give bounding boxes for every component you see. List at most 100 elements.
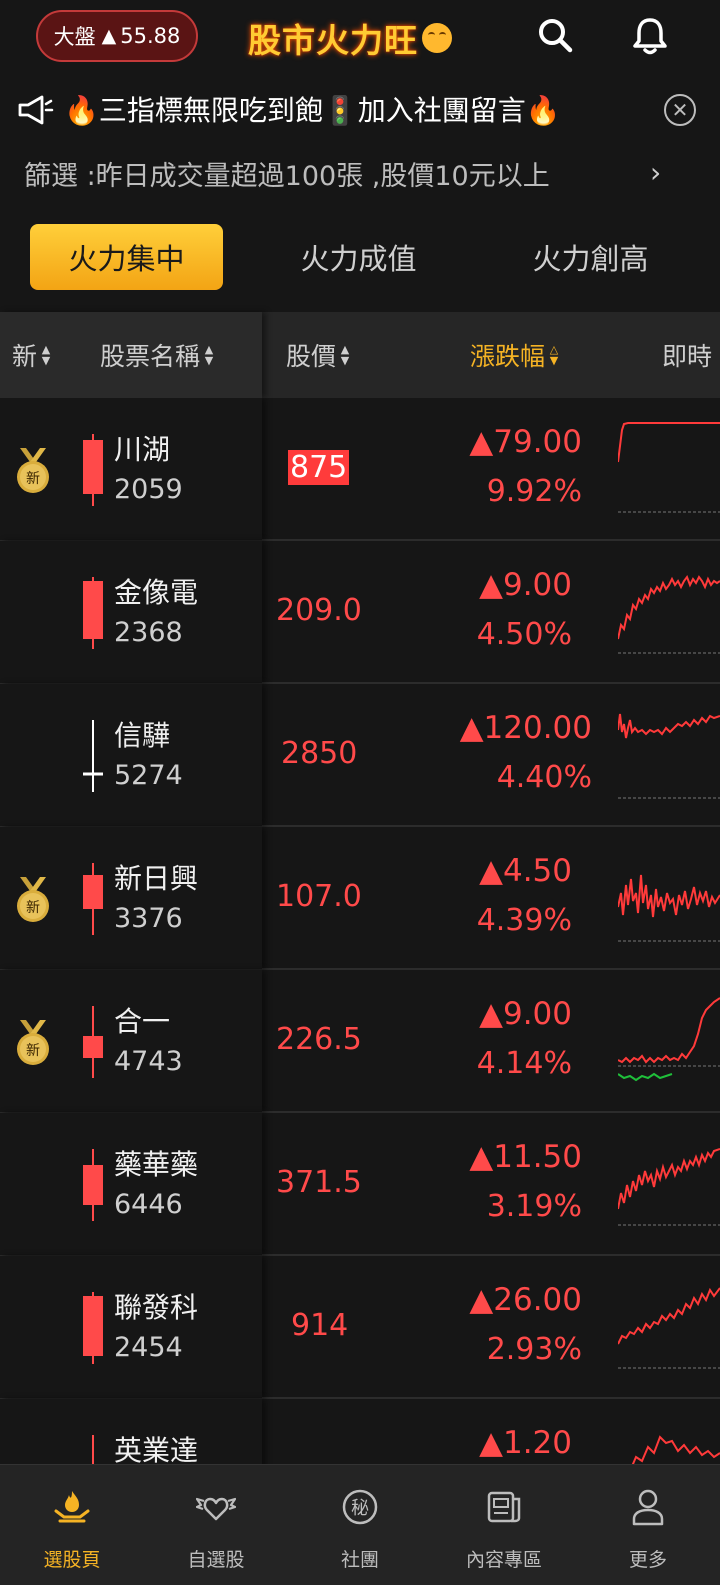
- stock-price: 226.5: [276, 1022, 362, 1057]
- price-change: ▲4.50: [479, 853, 572, 889]
- stock-code: 3376: [114, 903, 183, 934]
- nav-label: 內容專區: [465, 1549, 542, 1571]
- newspaper-icon: [487, 1491, 521, 1523]
- table-row[interactable]: 英業達 ▲1.20: [0, 1399, 720, 1464]
- percent-change: 4.39%: [476, 903, 572, 938]
- nav-watchlist[interactable]: 自選股: [144, 1465, 288, 1585]
- secret-badge-icon: 秘: [342, 1489, 378, 1525]
- app-logo: 股市火力旺: [248, 14, 452, 62]
- stock-name: 藥華藥: [114, 1148, 199, 1181]
- close-icon[interactable]: ✕: [664, 94, 696, 126]
- sort-icon: ▲ ▼: [204, 343, 214, 367]
- nav-community[interactable]: 秘 社團: [288, 1465, 432, 1585]
- stock-name: 金像電: [114, 576, 199, 609]
- sort-icon: ▲ ▼: [41, 343, 51, 367]
- stock-name: 合一: [114, 1005, 171, 1038]
- percent-change: 9.92%: [486, 474, 582, 509]
- price-change: ▲79.00: [469, 424, 582, 460]
- stock-list: 新 川湖 2059 875 ▲79.00 9.92% 金像電 2368 209.…: [0, 398, 720, 1464]
- price-change: ▲1.20: [479, 1425, 572, 1461]
- app-header: 大盤 ▲ 55.88 股市火力旺: [0, 0, 720, 78]
- svg-text:新: 新: [26, 1043, 40, 1059]
- column-header-price[interactable]: 股價 ▲ ▼: [286, 312, 351, 398]
- column-header-realtime[interactable]: 即時: [662, 312, 712, 398]
- nav-label: 自選股: [187, 1549, 245, 1571]
- table-row[interactable]: 聯發科 2454 914 ▲26.00 2.93%: [0, 1256, 720, 1399]
- stock-price: 107.0: [276, 879, 362, 914]
- table-row[interactable]: 信驊 5274 2850 ▲120.00 4.40%: [0, 684, 720, 827]
- stock-price: 209.0: [276, 593, 362, 628]
- intraday-sparkline: [618, 574, 720, 654]
- stock-price: 914: [291, 1308, 349, 1343]
- tab-firepower-concentration[interactable]: 火力集中: [30, 224, 223, 290]
- price-change: ▲9.00: [479, 567, 572, 603]
- search-button[interactable]: [534, 14, 578, 58]
- table-row[interactable]: 新 合一 4743 226.5 ▲9.00 4.14%: [0, 970, 720, 1113]
- filter-row[interactable]: 篩選 :昨日成交量超過100張 ,股價10元以上 ›: [0, 146, 720, 200]
- percent-change: 4.40%: [496, 760, 592, 795]
- intraday-sparkline: [618, 1148, 720, 1226]
- percent-change: 2.93%: [486, 1332, 582, 1367]
- search-icon: [539, 19, 573, 53]
- table-header: 新 ▲ ▼ 股票名稱 ▲ ▼ 股價 ▲ ▼ 漲跌幅 △ ▼ 即時: [0, 312, 720, 398]
- smile-face-icon: [422, 23, 452, 53]
- stock-price: 875: [288, 450, 350, 485]
- tab-firepower-turnover[interactable]: 火力成值: [262, 224, 455, 290]
- intraday-sparkline: [618, 713, 720, 799]
- price-change: ▲26.00: [469, 1282, 582, 1318]
- candlestick-icon: [83, 577, 103, 649]
- nav-stock-picker[interactable]: 選股頁: [0, 1465, 144, 1585]
- candlestick-icon: [83, 1006, 103, 1078]
- stock-code: 2454: [114, 1332, 183, 1363]
- svg-text:秘: 秘: [351, 1498, 369, 1519]
- flame-hand-icon: [54, 1491, 90, 1523]
- person-icon: [632, 1489, 664, 1526]
- sort-desc-icon: △ ▼: [549, 343, 559, 367]
- announcement-bar[interactable]: 🔥三指標無限吃到飽🚦加入社團留言🔥 ✕: [0, 80, 720, 142]
- intraday-sparkline: [618, 1287, 720, 1369]
- column-header-name[interactable]: 股票名稱 ▲ ▼: [100, 312, 215, 398]
- announcement-text: 🔥三指標無限吃到飽🚦加入社團留言🔥: [64, 94, 561, 127]
- stock-code: 2368: [114, 617, 183, 648]
- table-row[interactable]: 新 川湖 2059 875 ▲79.00 9.92%: [0, 398, 720, 541]
- column-header-change[interactable]: 漲跌幅 △ ▼: [470, 312, 560, 398]
- index-value: 55.88: [120, 24, 181, 48]
- bell-icon: [633, 18, 667, 55]
- stock-name: 新日興: [114, 862, 199, 895]
- candlestick-icon: [83, 1292, 103, 1364]
- nav-content[interactable]: 內容專區: [432, 1465, 576, 1585]
- table-row[interactable]: 藥華藥 6446 371.5 ▲11.50 3.19%: [0, 1113, 720, 1256]
- stock-price: 2850: [281, 736, 358, 771]
- percent-change: 3.19%: [486, 1189, 582, 1224]
- svg-text:新: 新: [26, 900, 40, 916]
- stock-code: 4743: [114, 1046, 183, 1077]
- new-medal-icon: 新: [17, 1020, 49, 1065]
- table-row[interactable]: 金像電 2368 209.0 ▲9.00 4.50%: [0, 541, 720, 684]
- stock-name: 信驊: [114, 719, 171, 752]
- stock-name: 英業達: [114, 1434, 199, 1464]
- intraday-sparkline: [618, 874, 720, 942]
- column-header-new[interactable]: 新 ▲ ▼: [12, 312, 52, 398]
- price-change: ▲11.50: [469, 1139, 582, 1175]
- filter-description: 篩選 :昨日成交量超過100張 ,股價10元以上: [24, 161, 550, 192]
- intraday-sparkline: [618, 422, 720, 513]
- market-index-pill[interactable]: 大盤 ▲ 55.88: [36, 10, 198, 62]
- notification-button[interactable]: [628, 14, 672, 58]
- nav-more[interactable]: 更多: [576, 1465, 720, 1585]
- stock-name: 聯發科: [114, 1291, 199, 1324]
- price-change: ▲9.00: [479, 996, 572, 1032]
- intraday-sparkline: [631, 1435, 720, 1464]
- new-medal-icon: 新: [17, 877, 49, 922]
- candlestick-icon: [83, 434, 103, 506]
- table-row[interactable]: 新 新日興 3376 107.0 ▲4.50 4.39%: [0, 827, 720, 970]
- tab-firepower-new-high[interactable]: 火力創高: [494, 224, 687, 290]
- svg-text:新: 新: [26, 471, 40, 487]
- candlestick-icon: [92, 1435, 94, 1464]
- intraday-sparkline: [618, 997, 720, 1082]
- tab-bar: 火力集中 火力成值 火力創高: [0, 220, 720, 294]
- stock-code: 6446: [114, 1189, 183, 1220]
- megaphone-icon: [18, 95, 54, 125]
- bottom-navigation: 選股頁 自選股 秘 社團 內容專區 更多: [0, 1464, 720, 1585]
- nav-label: 社團: [340, 1549, 379, 1571]
- stock-price: 371.5: [276, 1165, 362, 1200]
